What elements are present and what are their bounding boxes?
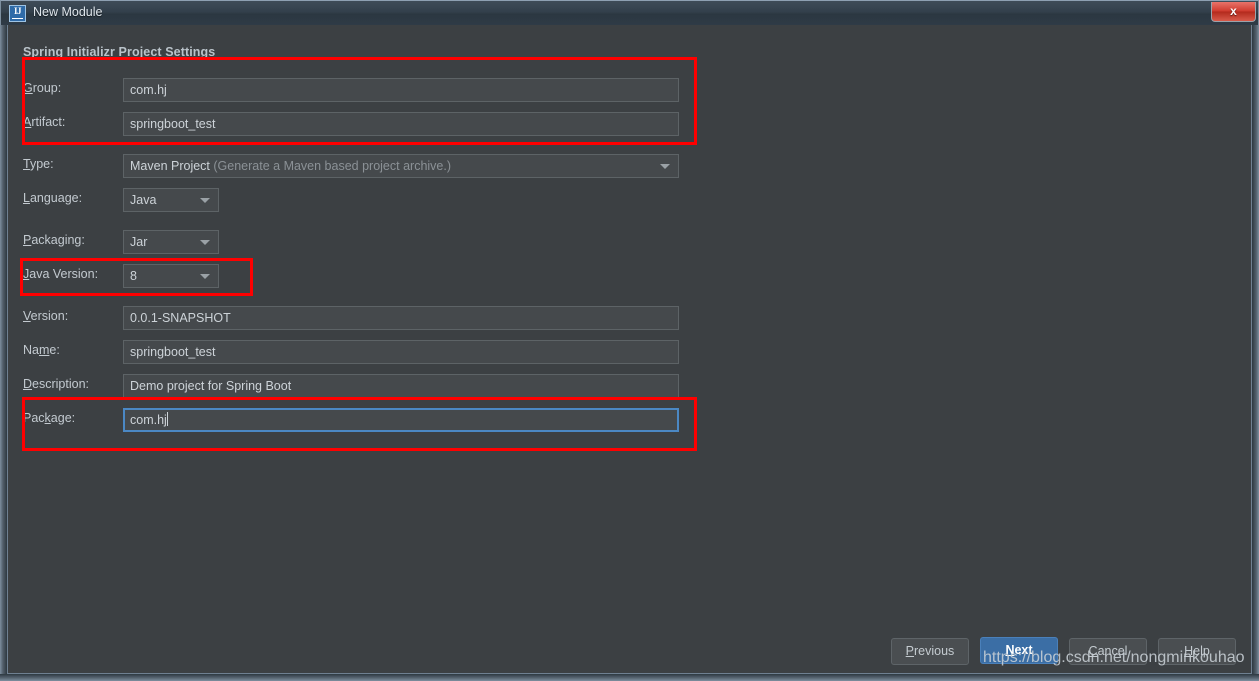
version-input[interactable]: 0.0.1-SNAPSHOT [123,306,679,330]
package-label: Package: [23,411,76,425]
cancel-button[interactable]: Cancel [1069,638,1147,665]
packaging-combobox[interactable]: Jar [123,230,219,254]
group-input[interactable]: com.hj [123,78,679,102]
window-titlebar: IJ New Module x [0,0,1259,25]
java-version-label: Java Version: [23,267,99,281]
language-label: Language: [23,191,83,205]
chevron-down-icon [200,240,210,245]
description-input[interactable]: Demo project for Spring Boot [123,374,679,398]
packaging-label: Packaging: [23,233,85,247]
page-title: Spring Initializr Project Settings [23,45,216,59]
text-caret [166,412,168,426]
language-combobox[interactable]: Java [123,188,219,212]
packaging-value: Jar [130,235,148,249]
name-input[interactable]: springboot_test [123,340,679,364]
package-value: com.hj [130,413,167,427]
window-border-left [0,25,7,681]
java-version-combobox[interactable]: 8 [123,264,219,288]
close-icon[interactable]: x [1211,2,1256,22]
artifact-input[interactable]: springboot_test [123,112,679,136]
previous-button[interactable]: Previous [891,638,969,665]
chevron-down-icon [200,198,210,203]
window-title: New Module [33,5,103,19]
type-hint: (Generate a Maven based project archive.… [213,159,452,173]
window-border-right [1252,25,1259,681]
chevron-down-icon [660,164,670,169]
intellij-idea-icon: IJ [9,5,26,22]
new-module-dialog: IJ New Module x Spring Initializr Projec… [0,0,1259,681]
package-input[interactable]: com.hj [123,408,679,432]
window-border-bottom [0,674,1259,681]
type-label: Type: [23,157,54,171]
next-button[interactable]: Next [980,637,1058,664]
help-button[interactable]: Help [1158,638,1236,665]
language-value: Java [130,193,157,207]
type-value: Maven Project [130,159,210,173]
type-combobox[interactable]: Maven Project (Generate a Maven based pr… [123,154,679,178]
group-label: Group: [23,81,62,95]
java-version-value: 8 [130,269,137,283]
version-label: Version: [23,309,69,323]
description-label: Description: [23,377,90,391]
name-label: Name: [23,343,60,357]
chevron-down-icon [200,274,210,279]
artifact-label: Artifact: [23,115,66,129]
